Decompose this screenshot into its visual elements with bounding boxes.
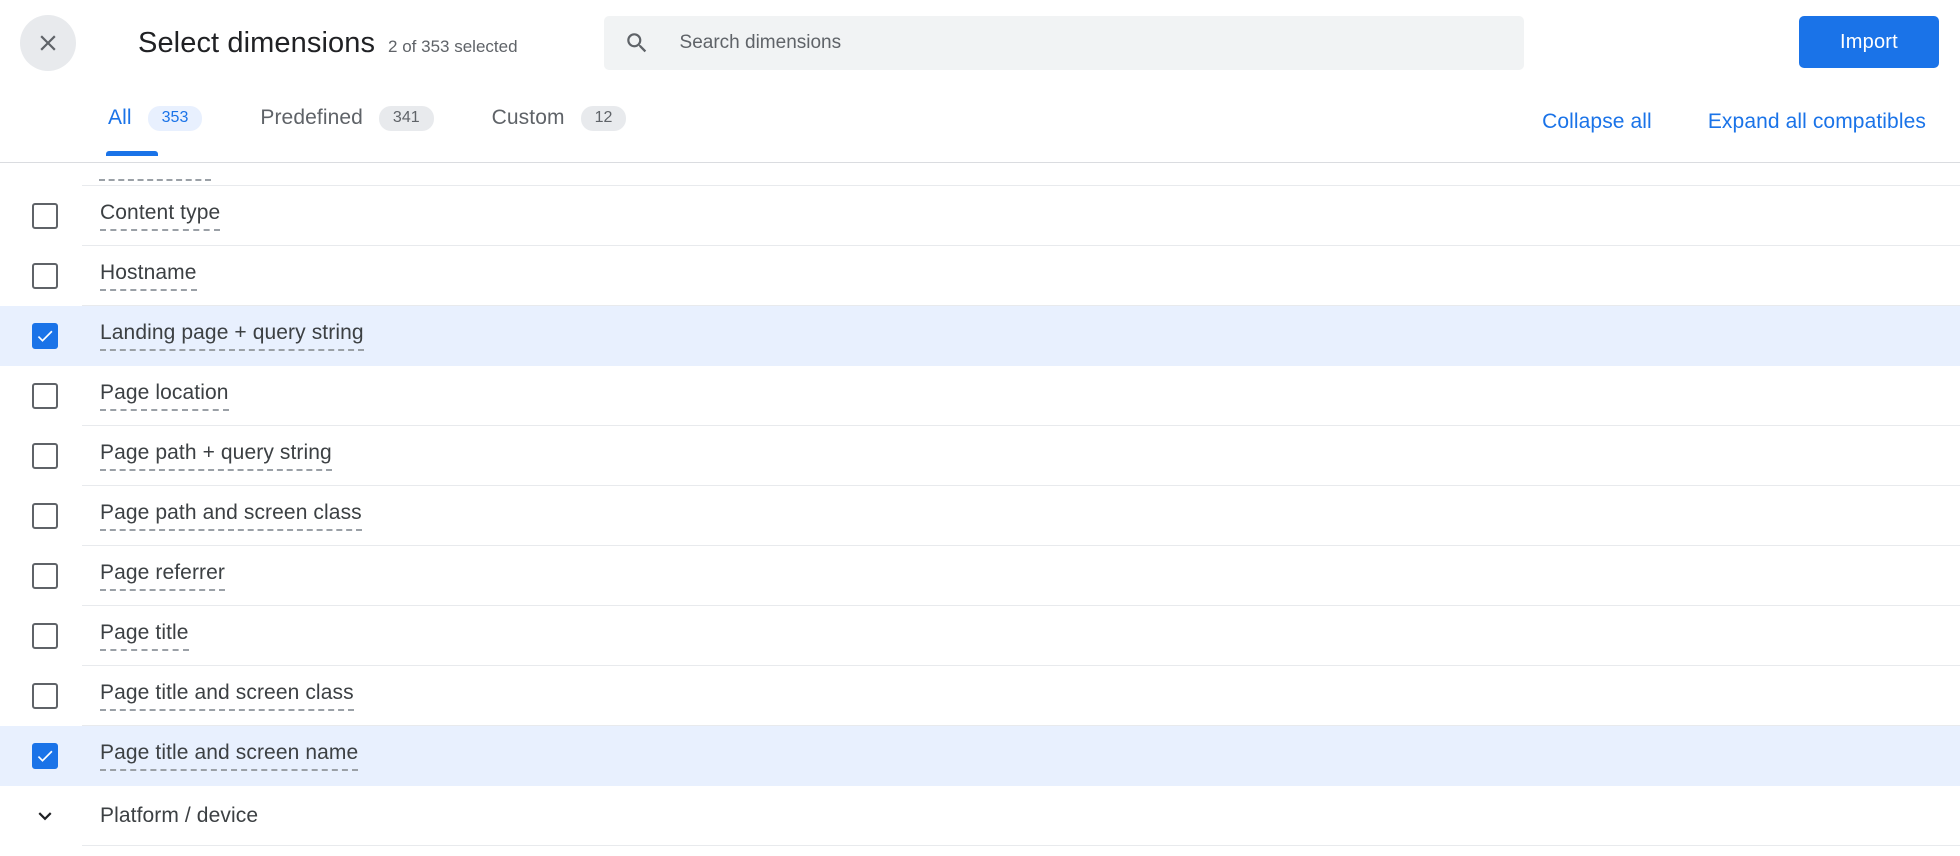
dimension-label: Page title and screen class xyxy=(100,681,354,711)
selection-count: 2 of 353 selected xyxy=(388,36,518,56)
dimension-label: Page title xyxy=(100,621,189,651)
chevron-down-icon[interactable] xyxy=(32,803,58,829)
tab-all-badge: 353 xyxy=(147,105,203,131)
close-button[interactable] xyxy=(20,15,76,71)
title-block: Select dimensions 2 of 353 selected xyxy=(138,27,518,60)
dimension-checkbox[interactable] xyxy=(32,323,58,349)
tab-predefined-label: Predefined xyxy=(260,106,363,129)
dimension-row[interactable]: Hostname xyxy=(0,246,1960,306)
dimension-row[interactable]: Page path and screen class xyxy=(0,486,1960,546)
dialog-header: Select dimensions 2 of 353 selected Impo… xyxy=(0,0,1960,86)
tab-bar: All 353 Predefined 341 Custom 12 Collaps… xyxy=(0,86,1960,163)
dimension-label: Content type xyxy=(100,201,221,231)
dimension-checkbox[interactable] xyxy=(32,683,58,709)
dimension-checkbox[interactable] xyxy=(32,503,58,529)
dimension-label: Page path and screen class xyxy=(100,501,362,531)
dimension-label: Hostname xyxy=(100,261,197,291)
search-box[interactable] xyxy=(603,16,1524,70)
expand-all-compatibles-button[interactable]: Expand all compatibles xyxy=(1698,104,1936,140)
dimension-checkbox[interactable] xyxy=(32,623,58,649)
active-tab-indicator xyxy=(106,151,159,156)
import-button[interactable]: Import xyxy=(1799,16,1939,68)
dimension-row[interactable]: Page title xyxy=(0,606,1960,666)
tab-list: All 353 Predefined 341 Custom 12 xyxy=(106,86,684,156)
search-icon xyxy=(624,30,650,56)
page-title: Select dimensions xyxy=(138,26,376,59)
dimension-label: Page path + query string xyxy=(100,441,332,471)
dimension-label: Page title and screen name xyxy=(100,741,359,771)
dimension-row[interactable]: Page referrer xyxy=(0,546,1960,606)
dimension-checkbox[interactable] xyxy=(32,743,58,769)
dimension-checkbox[interactable] xyxy=(32,383,58,409)
dimension-checkbox[interactable] xyxy=(32,263,58,289)
tab-all-label: All xyxy=(108,106,132,129)
tab-all[interactable]: All 353 xyxy=(106,86,203,156)
scrolled-partial-row xyxy=(0,163,1960,186)
dimension-row[interactable]: Content type xyxy=(0,186,1960,246)
dimension-label: Page referrer xyxy=(100,561,226,591)
dimension-row[interactable]: Page location xyxy=(0,366,1960,426)
dimension-row[interactable]: Landing page + query string xyxy=(0,306,1960,366)
scrolled-partial-row-label xyxy=(99,179,211,181)
select-dimensions-dialog: Select dimensions 2 of 353 selected Impo… xyxy=(0,0,1960,856)
dimension-checkbox[interactable] xyxy=(32,563,58,589)
dimension-group-row[interactable]: Platform / device xyxy=(0,786,1960,846)
close-icon xyxy=(35,30,61,56)
tab-custom-label: Custom xyxy=(491,106,565,129)
search-input[interactable] xyxy=(677,16,1504,70)
dimension-list: Content type Hostname Landing page + query… xyxy=(0,163,1960,846)
tab-predefined[interactable]: Predefined 341 xyxy=(260,86,434,150)
dimension-checkbox[interactable] xyxy=(32,203,58,229)
dimension-label: Landing page + query string xyxy=(100,321,364,351)
dimension-label: Page location xyxy=(100,381,229,411)
dimension-label: Platform / device xyxy=(100,803,259,827)
dimension-row[interactable]: Page title and screen name xyxy=(0,726,1960,786)
tab-custom[interactable]: Custom 12 xyxy=(492,86,627,150)
tab-custom-badge: 12 xyxy=(580,105,627,131)
tab-predefined-badge: 341 xyxy=(378,105,434,131)
tab-actions: Collapse all Expand all compatibles xyxy=(1532,104,1936,140)
dimension-checkbox[interactable] xyxy=(32,443,58,469)
dimension-row[interactable]: Page title and screen class xyxy=(0,666,1960,726)
dimension-row[interactable]: Page path + query string xyxy=(0,426,1960,486)
collapse-all-button[interactable]: Collapse all xyxy=(1532,104,1662,140)
